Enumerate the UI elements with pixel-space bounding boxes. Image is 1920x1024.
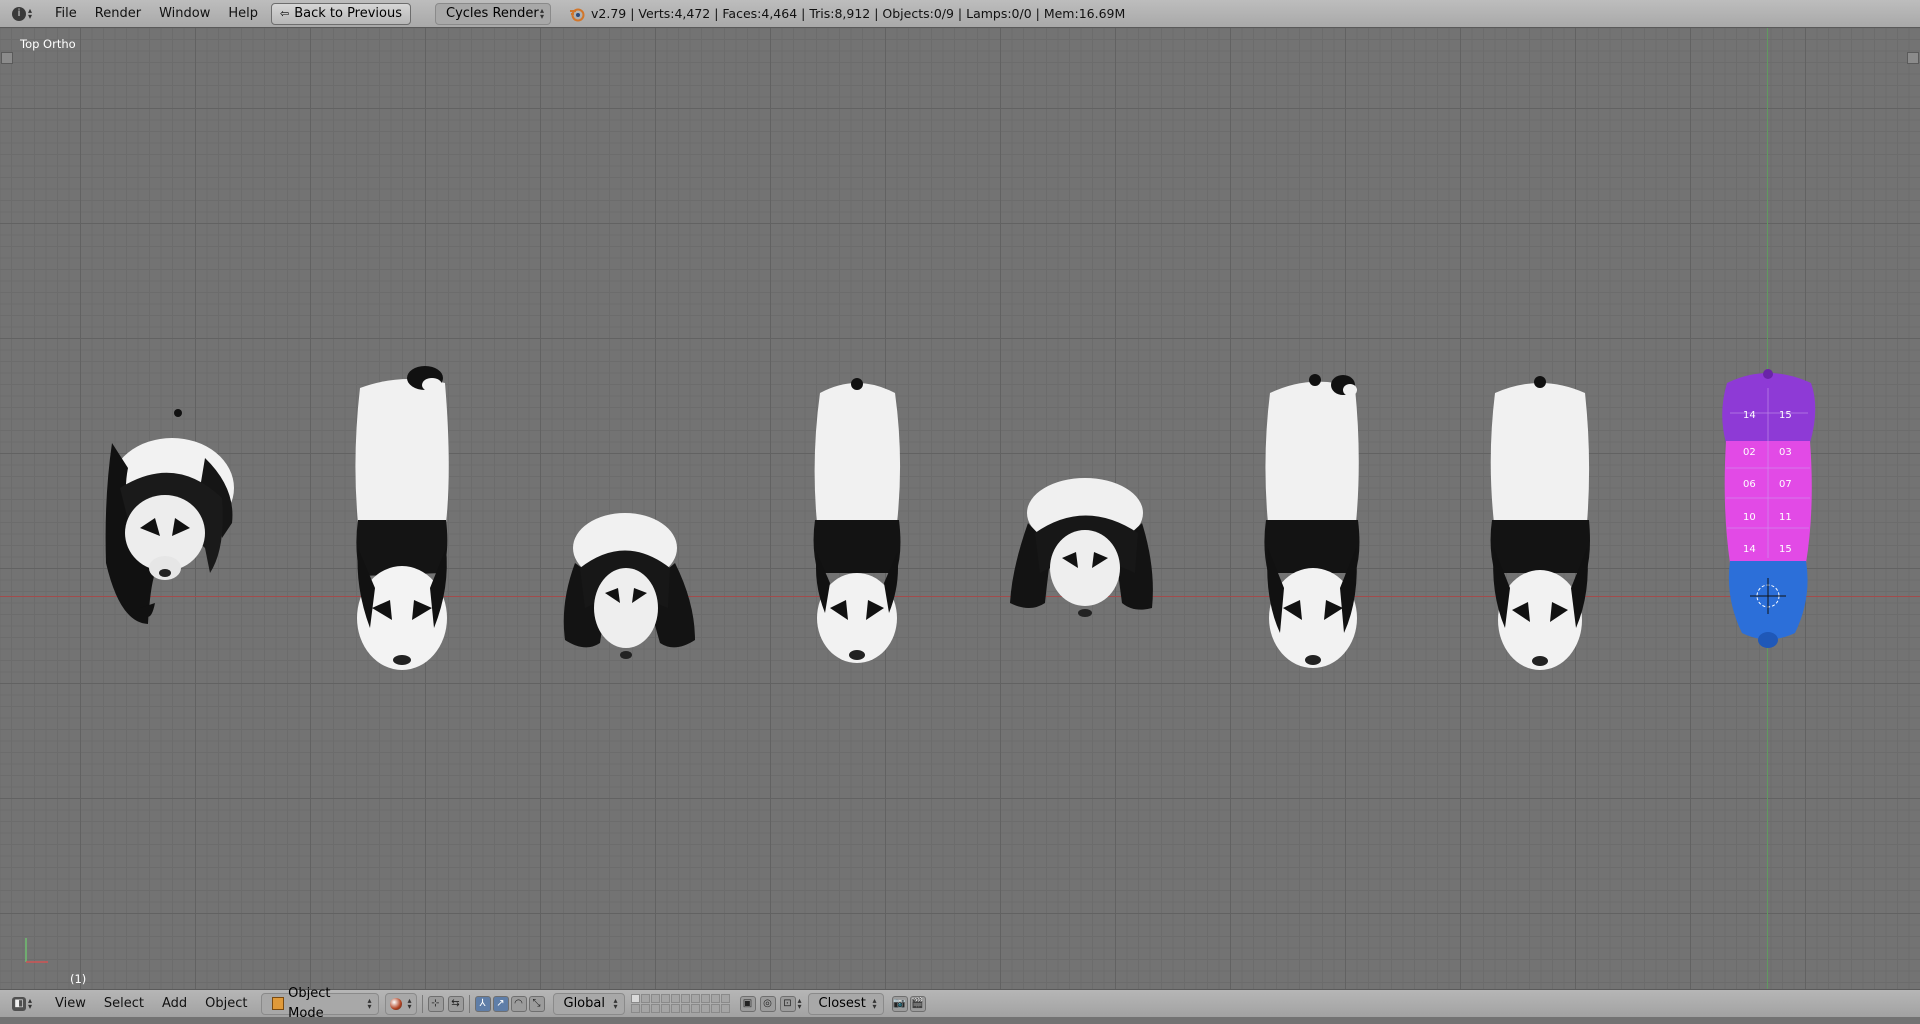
back-to-previous-label: Back to Previous (294, 5, 403, 21)
updown-arrows-icon: ▴ ▾ (407, 995, 412, 1011)
layer-button[interactable] (660, 1004, 670, 1013)
layer-button[interactable] (650, 1004, 660, 1013)
mode-label: Object Mode (288, 985, 331, 1021)
mode-dropdown[interactable]: Object Mode ▴ ▾ (260, 986, 379, 1021)
menu-help[interactable]: Help (219, 3, 267, 25)
render-engine-label: Cycles Render (446, 5, 539, 21)
shading-sphere-icon (389, 997, 402, 1010)
layer-button[interactable] (650, 994, 660, 1003)
current-frame-label: (1) (70, 972, 87, 986)
panda-7[interactable] (1490, 376, 1590, 670)
3d-view-icon: ◧ (12, 996, 26, 1011)
layer-button[interactable] (720, 994, 730, 1003)
uv-label: 14 (1743, 410, 1756, 421)
menu-object[interactable]: Object (196, 993, 256, 1015)
opengl-render-animation-icon[interactable]: 🎬 (909, 995, 926, 1012)
uv-label: 14 (1743, 544, 1756, 555)
layer-button[interactable] (720, 1004, 730, 1013)
info-header: i ▴ ▾ File Render Window Help ⇦ Back to P… (0, 0, 1920, 28)
menu-view[interactable]: View (46, 993, 95, 1015)
panda-3[interactable] (563, 513, 695, 659)
layer-button[interactable] (640, 1004, 650, 1013)
menu-file[interactable]: File (46, 3, 86, 25)
updown-arrows-icon: ▴ ▾ (540, 5, 545, 21)
proportional-editing-icon[interactable]: ◎ (759, 995, 776, 1012)
separator (468, 994, 470, 1013)
layer-button[interactable] (710, 1004, 720, 1013)
layer-button[interactable] (700, 1004, 710, 1013)
snap-target-label: Closest (818, 995, 866, 1011)
orientation-label: Global (563, 995, 605, 1011)
layer-buttons[interactable] (630, 994, 730, 1013)
back-to-previous-button[interactable]: ⇦ Back to Previous (270, 2, 412, 25)
uv-label: 06 (1743, 479, 1756, 490)
updown-arrows-icon: ▴ ▾ (613, 995, 618, 1011)
panda-6[interactable] (1264, 374, 1360, 668)
panda-1[interactable] (105, 409, 234, 624)
layer-button[interactable] (660, 994, 670, 1003)
pivot-point-icon[interactable]: ⊹ (427, 995, 444, 1012)
uv-label: 02 (1743, 447, 1756, 458)
uv-label: 07 (1779, 479, 1792, 490)
3d-view-header: ◧ ▴ ▾ View Select Add Object Object Mode … (0, 986, 1920, 1021)
panda-uv-textured[interactable] (1722, 369, 1816, 648)
layer-button[interactable] (630, 994, 640, 1003)
panda-4[interactable] (813, 378, 901, 663)
scene-objects (105, 366, 1816, 670)
render-engine-dropdown[interactable]: Cycles Render ▴ ▾ (435, 2, 552, 25)
3d-viewport[interactable]: Top Ortho 14 15 02 03 06 07 10 11 14 15 … (0, 28, 1920, 989)
layer-button[interactable] (690, 994, 700, 1003)
menu-select[interactable]: Select (95, 993, 153, 1015)
editor-type-button[interactable]: i ▴ ▾ (8, 4, 36, 24)
menu-add[interactable]: Add (153, 993, 196, 1015)
layer-button[interactable] (670, 1004, 680, 1013)
transform-orientation-dropdown[interactable]: Global ▴ ▾ (552, 992, 625, 1015)
layer-button[interactable] (630, 1004, 640, 1013)
scale-icon[interactable]: ⤡ (528, 995, 545, 1012)
layer-button[interactable] (710, 994, 720, 1003)
view-axis-gizmo (25, 938, 48, 963)
menu-render[interactable]: Render (86, 3, 150, 25)
layer-button[interactable] (680, 1004, 690, 1013)
snap-toggle-icon[interactable]: ⊡ (779, 995, 796, 1012)
layer-button[interactable] (690, 1004, 700, 1013)
opengl-render-image-icon[interactable]: 📷 (891, 995, 908, 1012)
translate-icon[interactable]: ↗ (492, 995, 509, 1012)
info-icon: i (12, 6, 26, 21)
snap-target-dropdown[interactable]: Closest ▴ ▾ (807, 992, 884, 1015)
updown-arrows-icon: ▴ ▾ (872, 995, 877, 1011)
updown-arrows-icon: ▴ ▾ (367, 995, 372, 1011)
uv-label: 15 (1779, 410, 1792, 421)
updown-arrows-icon: ▴ ▾ (797, 995, 802, 1011)
uv-label: 03 (1779, 447, 1792, 458)
uv-label: 15 (1779, 544, 1792, 555)
layer-button[interactable] (640, 994, 650, 1003)
uv-label: 10 (1743, 512, 1756, 523)
transform-manipulator-icon[interactable]: ⅄ (474, 995, 491, 1012)
layer-button[interactable] (670, 994, 680, 1003)
panda-5[interactable] (1010, 478, 1153, 617)
updown-arrows-icon: ▴ ▾ (28, 995, 33, 1011)
scene-statistics: v2.79 | Verts:4,472 | Faces:4,464 | Tris… (591, 6, 1126, 21)
object-mode-icon (271, 997, 285, 1010)
rotate-icon[interactable]: ◠ (510, 995, 527, 1012)
panda-2[interactable] (355, 366, 449, 670)
manipulator-toggle-icon[interactable]: ⇆ (447, 995, 464, 1012)
uv-label: 11 (1779, 512, 1792, 523)
updown-arrows-icon: ▴ ▾ (28, 5, 33, 21)
back-arrow-icon: ⇦ (279, 6, 290, 20)
layer-button[interactable] (700, 994, 710, 1003)
menu-window[interactable]: Window (150, 3, 219, 25)
viewport-shading-dropdown[interactable]: ▴ ▾ (384, 992, 417, 1015)
lock-camera-layers-icon[interactable]: ▣ (739, 995, 756, 1012)
editor-type-button[interactable]: ◧ ▴ ▾ (8, 994, 36, 1014)
layer-button[interactable] (680, 994, 690, 1003)
blender-logo-icon (569, 6, 585, 22)
separator (421, 994, 423, 1013)
